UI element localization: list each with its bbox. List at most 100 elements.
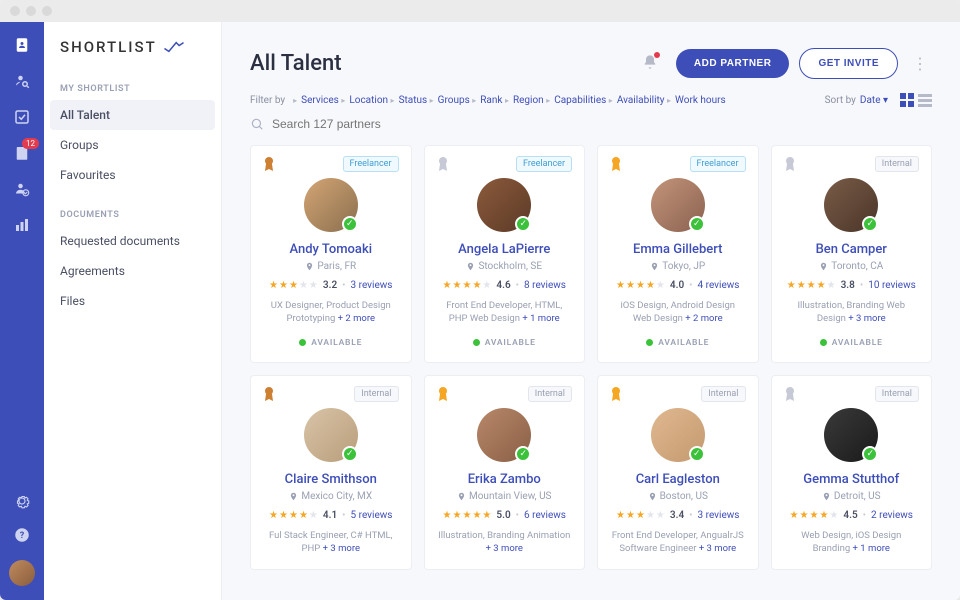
search-row[interactable] [222,117,960,145]
filter-status[interactable]: Status [391,95,428,106]
talent-card[interactable]: Freelancer ✓ Andy Tomoaki Paris, FR ★★★★… [250,145,412,363]
rail-people-search-icon[interactable] [13,72,31,90]
add-partner-button[interactable]: ADD PARTNER [676,49,790,78]
rating: ★★★★★ 4.5 • 2 reviews [790,510,913,521]
rail-help-icon[interactable]: ? [13,526,31,544]
more-skills-link[interactable]: + 3 more [848,313,885,324]
filter-services[interactable]: Services [293,95,339,106]
reviews-link[interactable]: 4 reviews [698,280,740,291]
rating: ★★★★★ 4.6 • 8 reviews [443,280,566,291]
reviews-link[interactable]: 2 reviews [871,510,913,521]
talent-location: Detroit, US [822,491,881,502]
talent-name[interactable]: Ben Camper [816,242,887,257]
talent-name[interactable]: Angela LaPierre [458,242,550,257]
talent-card[interactable]: Freelancer ✓ Angela LaPierre Stockholm, … [424,145,586,363]
search-input[interactable] [272,117,572,131]
rail-billing-icon[interactable]: 12 [13,144,31,162]
talent-name[interactable]: Erika Zambo [468,472,541,487]
rail-badge: 12 [22,138,39,149]
more-skills-link[interactable]: + 1 more [853,543,890,554]
reviews-link[interactable]: 5 reviews [351,510,393,521]
talent-location: Toronto, CA [819,261,883,272]
header-more-icon[interactable]: ⋮ [908,54,932,73]
rail-contacts-icon[interactable] [13,36,31,54]
reviews-link[interactable]: 3 reviews [698,510,740,521]
pin-icon [289,492,298,501]
talent-name[interactable]: Carl Eagleston [636,472,720,487]
more-skills-link[interactable]: + 1 more [522,313,559,324]
available-dot-icon [473,339,480,346]
rail-approve-icon[interactable] [13,180,31,198]
sidebar-item-groups[interactable]: Groups [44,130,221,160]
avatar: ✓ [651,178,705,232]
traffic-min[interactable] [26,6,36,16]
filter-groups[interactable]: Groups [430,95,470,106]
talent-name[interactable]: Gemma Stutthof [803,472,899,487]
filter-location[interactable]: Location [341,95,388,106]
talent-name[interactable]: Emma Gillebert [633,242,723,257]
pin-icon [466,262,475,271]
talent-tag: Internal [701,386,745,402]
more-skills-link[interactable]: + 3 more [486,543,523,554]
filter-availability[interactable]: Availability [609,95,665,106]
talent-card[interactable]: Internal ✓ Carl Eagleston Boston, US ★★★… [597,375,759,571]
rating: ★★★★★ 3.8 • 10 reviews [787,280,916,291]
sidebar-item-all-talent[interactable]: All Talent [50,100,215,130]
reviews-link[interactable]: 10 reviews [868,280,916,291]
talent-name[interactable]: Andy Tomoaki [289,242,372,257]
medal-icon [610,386,622,402]
pin-icon [648,492,657,501]
view-grid-icon[interactable] [900,93,914,107]
rail-tasks-icon[interactable] [13,108,31,126]
avatar: ✓ [477,408,531,462]
stars: ★★★★★ [269,510,318,521]
avatar: ✓ [824,178,878,232]
medal-icon [437,156,449,172]
available-dot-icon [820,339,827,346]
talent-card[interactable]: Freelancer ✓ Emma Gillebert Tokyo, JP ★★… [597,145,759,363]
get-invite-button[interactable]: GET INVITE [799,48,898,79]
talent-card[interactable]: Internal ✓ Gemma Stutthof Detroit, US ★★… [771,375,933,571]
filter-capabilities[interactable]: Capabilities [546,95,606,106]
filter-work-hours[interactable]: Work hours [667,95,726,106]
talent-location: Boston, US [648,491,708,502]
skills: Front End Developer, AngualrJS Software … [610,529,746,556]
sidebar-item-requested-documents[interactable]: Requested documents [44,226,221,256]
traffic-max[interactable] [42,6,52,16]
reviews-link[interactable]: 6 reviews [524,510,566,521]
available-dot-icon [646,339,653,346]
notifications-icon[interactable] [642,54,658,74]
sidebar-item-agreements[interactable]: Agreements [44,256,221,286]
skills: Web Design, iOS Design Branding + 1 more [784,529,920,556]
rating-score: 4.1 [323,510,337,521]
reviews-link[interactable]: 3 reviews [351,280,393,291]
more-skills-link[interactable]: + 3 more [323,543,360,554]
traffic-close[interactable] [10,6,20,16]
nav-rail: 12 ? [0,22,44,600]
talent-card[interactable]: Internal ✓ Claire Smithson Mexico City, … [250,375,412,571]
sidebar-item-favourites[interactable]: Favourites [44,160,221,190]
availability-label: AVAILABLE [820,338,883,348]
talent-tag: Freelancer [343,156,399,172]
talent-card[interactable]: Internal ✓ Erika Zambo Mountain View, US… [424,375,586,571]
rail-user-avatar[interactable] [9,560,35,586]
talent-card[interactable]: Internal ✓ Ben Camper Toronto, CA ★★★★★ … [771,145,933,363]
talent-name[interactable]: Claire Smithson [285,472,377,487]
talent-tag: Internal [875,156,919,172]
rail-settings-icon[interactable] [13,492,31,510]
talent-location: Mountain View, US [457,491,552,502]
avatar: ✓ [824,408,878,462]
view-list-icon[interactable] [918,93,932,107]
verified-icon: ✓ [342,216,358,232]
page-title: All Talent [250,51,342,76]
filter-region[interactable]: Region [505,95,544,106]
more-skills-link[interactable]: + 2 more [685,313,722,324]
rail-analytics-icon[interactable] [13,216,31,234]
filter-rank[interactable]: Rank [472,95,502,106]
more-skills-link[interactable]: + 2 more [338,313,375,324]
more-skills-link[interactable]: + 3 more [699,543,736,554]
sidebar-item-files[interactable]: Files [44,286,221,316]
sort-value[interactable]: Date ▾ [860,95,888,106]
logo-text: SHORTLIST [60,38,157,56]
reviews-link[interactable]: 8 reviews [524,280,566,291]
